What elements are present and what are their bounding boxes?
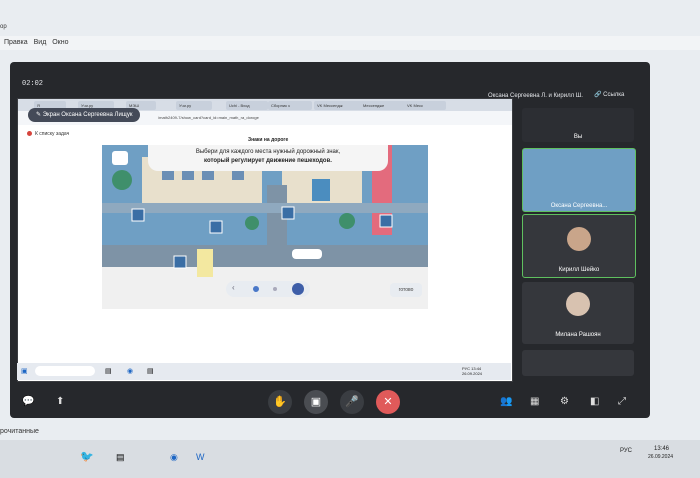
fullscreen-icon[interactable]: ⤢ bbox=[618, 396, 626, 407]
participant-name: Оксана Сергеевна... bbox=[550, 203, 608, 209]
chat-icon[interactable]: 💬 bbox=[22, 396, 34, 407]
link-icon: 🔗 bbox=[594, 92, 604, 98]
browser-tab[interactable]: Учи.ру bbox=[176, 101, 212, 110]
host-sidebar-fragment: ор bbox=[0, 24, 7, 30]
participant-name: Милана Рашоян bbox=[555, 332, 601, 338]
host-lang: РУС bbox=[620, 448, 633, 454]
instruction-line-1: Выбери для каждого места нужный дорожный… bbox=[195, 149, 341, 155]
task-instruction: Выбери для каждого места нужный дорожный… bbox=[148, 145, 388, 171]
host-time: 13:46 bbox=[654, 446, 670, 452]
sign-slot-4 bbox=[379, 214, 393, 228]
host-taskbar: 🐦 ▤ ◉ W РУС 13:46 26.09.2024 bbox=[0, 440, 700, 478]
url-text: /math2409-7/show_card?card_id=main_math_… bbox=[158, 115, 259, 120]
browser-tab[interactable]: Uchi - Вход bbox=[226, 101, 268, 110]
share-screen-icon[interactable]: ⬆ bbox=[56, 396, 64, 407]
menu-view[interactable]: Вид bbox=[34, 36, 47, 50]
task-title: Знаки на дороге bbox=[248, 137, 289, 143]
taskbar-app-icon[interactable]: ▤ bbox=[116, 452, 125, 463]
host-menu-bar: Правка Вид Окно bbox=[0, 36, 700, 50]
sign-slot-3 bbox=[281, 206, 295, 220]
participant-tile[interactable] bbox=[522, 350, 634, 376]
remote-clock: РУС 13:44 26.09.2024 bbox=[462, 366, 482, 376]
avatar bbox=[566, 292, 590, 316]
link-label: Ссылка bbox=[603, 92, 625, 98]
browser-icon[interactable]: ◉ bbox=[170, 452, 178, 463]
crosswalk bbox=[197, 249, 213, 277]
participants-icon[interactable]: 👥 bbox=[500, 396, 512, 407]
next-button[interactable] bbox=[292, 283, 304, 295]
taskbar-app-icon[interactable]: ▤ bbox=[147, 367, 154, 375]
participant-tile-screen[interactable]: Оксана Сергеевна... bbox=[522, 148, 636, 212]
windows-start-icon[interactable]: ▣ bbox=[21, 367, 28, 375]
page-dot[interactable] bbox=[273, 287, 277, 291]
done-button[interactable]: готово bbox=[390, 283, 422, 297]
self-tile: Вы bbox=[522, 108, 634, 142]
mic-toggle-button[interactable]: 🎤 bbox=[340, 390, 364, 414]
chevron-left-icon[interactable]: ‹ bbox=[232, 283, 235, 292]
back-to-tasks-label: К списку задач bbox=[35, 131, 70, 137]
layout-icon[interactable]: ◧ bbox=[590, 396, 599, 407]
sign-slot-5 bbox=[173, 255, 187, 269]
avatar bbox=[567, 227, 591, 251]
browser-icon[interactable]: ◉ bbox=[127, 367, 133, 375]
browser-tab[interactable]: Сборник з bbox=[268, 101, 312, 110]
side-road bbox=[267, 185, 287, 265]
mic-icon: 🎤 bbox=[345, 396, 359, 408]
page-dot-active[interactable] bbox=[253, 286, 259, 292]
remote-taskbar: ▣ ▤ ◉ ▤ bbox=[17, 363, 511, 380]
bird-icon[interactable]: 🐦 bbox=[80, 450, 94, 463]
participant-tile[interactable]: Милана Рашоян bbox=[522, 282, 634, 344]
instruction-line-2: который регулирует движение пешеходов. bbox=[204, 158, 332, 164]
grid-icon[interactable]: ▦ bbox=[530, 396, 539, 407]
pin-icon: ✎ bbox=[36, 112, 43, 118]
pager: ‹ bbox=[226, 281, 310, 297]
raise-hand-button[interactable]: ✋ bbox=[268, 390, 292, 414]
taskbar-app-icon[interactable]: ▤ bbox=[105, 367, 112, 375]
screen-badge-label: Экран Оксана Сергеевна Лищук bbox=[42, 112, 133, 118]
sign-slot-1 bbox=[131, 208, 145, 222]
back-to-tasks-link[interactable]: К списку задач bbox=[27, 131, 69, 137]
link-button[interactable]: 🔗 Ссылка bbox=[594, 91, 624, 98]
camera-toggle-button[interactable]: ▣ bbox=[304, 390, 328, 414]
browser-tab[interactable]: Мессендже bbox=[360, 101, 406, 110]
word-icon[interactable]: W bbox=[196, 452, 205, 462]
taskbar-search[interactable] bbox=[35, 366, 95, 376]
menu-edit[interactable]: Правка bbox=[4, 36, 28, 50]
hangup-button[interactable]: ✕ bbox=[376, 390, 400, 414]
host-list-fragment: рочитанные bbox=[0, 428, 39, 435]
car bbox=[292, 249, 322, 259]
camera-off-icon: ▣ bbox=[310, 396, 322, 408]
main-road bbox=[102, 245, 428, 267]
participant-name: Кирилл Шейко bbox=[558, 267, 600, 273]
back-arrow-icon bbox=[27, 131, 32, 137]
sign-slot-2 bbox=[209, 220, 223, 234]
gear-icon[interactable]: ⚙ bbox=[560, 396, 569, 407]
browser-tab[interactable]: VK Мессендж bbox=[314, 101, 362, 110]
book-icon bbox=[112, 151, 128, 165]
menu-window[interactable]: Окно bbox=[52, 36, 68, 50]
call-timer: 02:02 bbox=[22, 80, 44, 88]
host-date: 26.09.2024 bbox=[648, 454, 674, 460]
remote-date: 26.09.2024 bbox=[462, 371, 483, 376]
browser-tab[interactable]: VK Месс bbox=[404, 101, 446, 110]
screen-share-badge: ✎ Экран Оксана Сергеевна Лищук bbox=[28, 108, 141, 122]
hangup-icon: ✕ bbox=[383, 396, 393, 408]
you-label: Вы bbox=[573, 134, 583, 140]
hand-icon: ✋ bbox=[273, 396, 287, 408]
participant-tile[interactable]: Кирилл Шейко bbox=[522, 214, 636, 278]
